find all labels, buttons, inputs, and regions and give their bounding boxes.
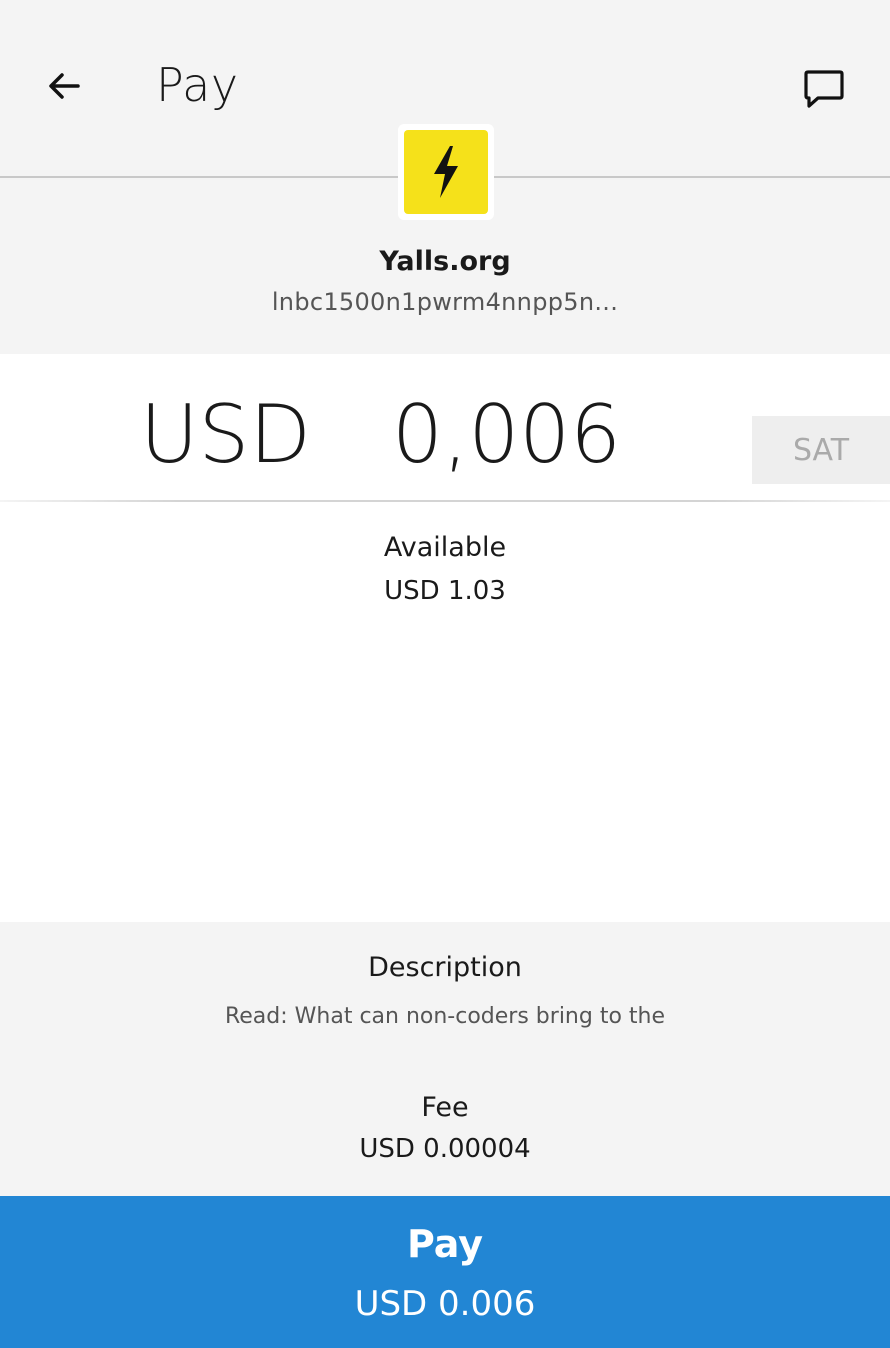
amount-divider <box>0 500 890 502</box>
amount-panel: USD 0,006 SAT Available USD 1.03 <box>0 354 890 922</box>
pay-button-amount: USD 0.006 <box>354 1284 536 1324</box>
amount-row: USD 0,006 SAT <box>0 376 890 492</box>
arrow-left-icon <box>49 73 80 99</box>
available-value: USD 1.03 <box>384 576 506 606</box>
available-label: Available <box>383 532 507 563</box>
payment-details: Description Read: What can non-coders br… <box>0 922 890 1196</box>
currency-code: USD <box>140 388 311 481</box>
pay-button[interactable]: Pay USD 0.006 <box>0 1196 890 1348</box>
unit-toggle-button[interactable]: SAT <box>752 416 890 484</box>
amount-value[interactable]: 0,006 <box>392 388 621 481</box>
back-button[interactable] <box>40 62 88 110</box>
description-label: Description <box>368 952 522 983</box>
page-title: Pay <box>156 58 239 112</box>
message-icon <box>804 70 844 108</box>
invoice-id: lnbc1500n1pwrm4nnpp5n... <box>271 288 619 316</box>
fee-value: USD 0.00004 <box>359 1134 531 1164</box>
merchant-name: Yalls.org <box>379 246 511 277</box>
message-button[interactable] <box>796 60 852 116</box>
fee-label: Fee <box>421 1092 469 1123</box>
merchant-logo <box>398 124 494 220</box>
pay-button-label: Pay <box>406 1222 484 1266</box>
description-value: Read: What can non-coders bring to the <box>224 1004 666 1029</box>
lightning-bolt-icon <box>434 146 458 198</box>
